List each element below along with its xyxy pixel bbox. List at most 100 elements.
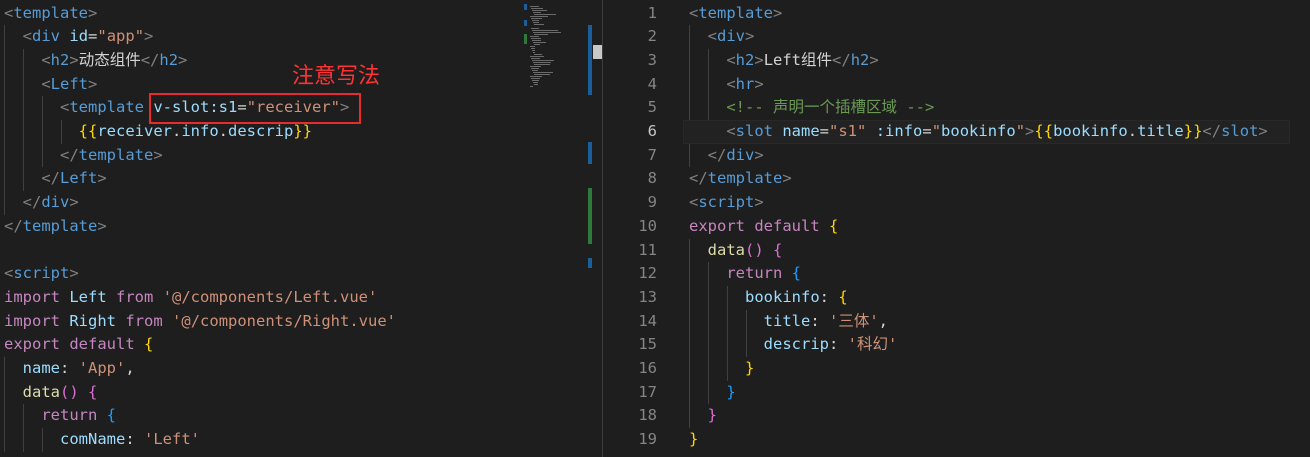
minimap-line	[533, 62, 551, 63]
scrollbar-thumb[interactable]	[593, 45, 602, 59]
code-line[interactable]: 8 </template>	[603, 167, 1310, 191]
code-line[interactable]: 17 }	[603, 381, 1310, 405]
code-line[interactable]: 3 <h2>Left组件</h2>	[603, 49, 1310, 73]
minimap-line	[533, 52, 535, 53]
code-line[interactable]: 7 </div>	[603, 144, 1310, 168]
code-token: {	[829, 216, 839, 235]
code-token: ,	[878, 311, 889, 330]
code-token: title	[1137, 122, 1184, 140]
code-token: =	[922, 122, 932, 140]
code-line[interactable]: <script>	[0, 262, 522, 286]
code-token: bookinfo	[745, 287, 820, 306]
code-line[interactable]: </template>	[0, 215, 522, 239]
code-token: h2	[159, 50, 179, 69]
code-line[interactable]: export default {	[0, 333, 522, 357]
code-line[interactable]: 5 <!-- 声明一个插槽区域 -->	[603, 96, 1310, 120]
line-number: 6	[647, 122, 657, 140]
code-line[interactable]: </div>	[0, 191, 522, 215]
code-token: }	[689, 430, 699, 449]
code-line[interactable]: 4 <hr>	[603, 73, 1310, 97]
minimap-line	[530, 76, 542, 77]
code-token: </	[832, 50, 851, 69]
code-line[interactable]: import Right from '@/components/Right.vu…	[0, 310, 522, 334]
code-line[interactable]: name: 'App',	[0, 357, 522, 381]
code-token: comName	[60, 430, 126, 449]
code-token: data	[22, 382, 60, 401]
code-line[interactable]: 18 }	[603, 404, 1310, 428]
code-token: :info	[875, 122, 923, 140]
code-line[interactable]: comName: 'Left'	[0, 428, 522, 452]
code-line[interactable]: 12 return {	[603, 262, 1310, 286]
code-token: >	[754, 145, 764, 164]
code-line[interactable]: return {	[0, 404, 522, 428]
code-line[interactable]: 13 bookinfo: {	[603, 286, 1310, 310]
code-token: >	[178, 50, 188, 69]
code-line[interactable]: 11 data() {	[603, 239, 1310, 263]
code-token: >	[773, 3, 783, 22]
minimap-line	[530, 46, 535, 47]
left-editor-pane[interactable]: <template> <div id="app"> <h2>动态组件</h2> …	[0, 0, 522, 457]
code-token: slot	[735, 122, 773, 140]
code-line[interactable]	[0, 239, 522, 263]
minimap-line	[534, 74, 550, 75]
code-token: >	[144, 27, 154, 46]
code-token: >	[69, 264, 79, 283]
code-line[interactable]: </Left>	[0, 167, 522, 191]
line-number: 2	[647, 27, 657, 46]
code-token: template	[69, 98, 144, 117]
code-line[interactable]: 1 <template>	[603, 2, 1310, 26]
code-token: h2	[50, 50, 70, 69]
code-token: bookinfo	[1053, 122, 1128, 140]
code-token: >	[754, 193, 764, 212]
code-token: default	[69, 335, 135, 354]
code-line[interactable]: import Left from '@/components/Left.vue'	[0, 286, 522, 310]
code-token: </	[140, 50, 160, 69]
code-line[interactable]: 15 descrip: '科幻'	[603, 333, 1310, 357]
code-token: :	[819, 287, 839, 306]
code-token: export	[689, 216, 745, 235]
line-number: 12	[638, 264, 657, 283]
code-line[interactable]: <div id="app">	[0, 25, 522, 49]
code-token: ()	[745, 240, 764, 259]
code-line[interactable]: data() {	[0, 381, 522, 405]
minimap-line	[532, 70, 538, 71]
code-token: '科幻'	[847, 335, 898, 354]
code-line[interactable]: 10 export default {	[603, 215, 1310, 239]
code-token: :	[828, 335, 848, 354]
minimap-line	[534, 24, 544, 25]
code-line[interactable]: 16 }	[603, 357, 1310, 381]
code-line[interactable]: <h2>动态组件</h2>	[0, 49, 522, 73]
code-line[interactable]: <template>	[0, 2, 522, 26]
scrollbar-change-marker	[588, 188, 592, 244]
minimap-line	[532, 30, 558, 31]
minimap-line	[530, 6, 539, 7]
right-editor-pane[interactable]: 1 <template> 2 <div> 3 <h2>Left组件</h2> 4 <hr…	[603, 0, 1310, 457]
code-token: '@/components/Left.vue'	[162, 287, 378, 306]
code-token: ,	[125, 359, 135, 377]
minimap-line	[531, 18, 542, 19]
code-line[interactable]: </template>	[0, 144, 522, 168]
code-token: =	[88, 27, 98, 46]
code-token: "app"	[97, 27, 145, 46]
code-line[interactable]: 6 <slot name="s1" :info="bookinfo">{{boo…	[603, 120, 1310, 144]
code-line[interactable]: 2 <div>	[603, 25, 1310, 49]
code-line[interactable]: 19}	[603, 428, 1310, 452]
code-line[interactable]: 9 <script>	[603, 191, 1310, 215]
minimap-change-marker	[524, 20, 527, 26]
code-token: 动态组件	[78, 50, 141, 69]
code-line[interactable]: 14 title: '三体',	[603, 310, 1310, 334]
code-token: >	[754, 50, 764, 69]
